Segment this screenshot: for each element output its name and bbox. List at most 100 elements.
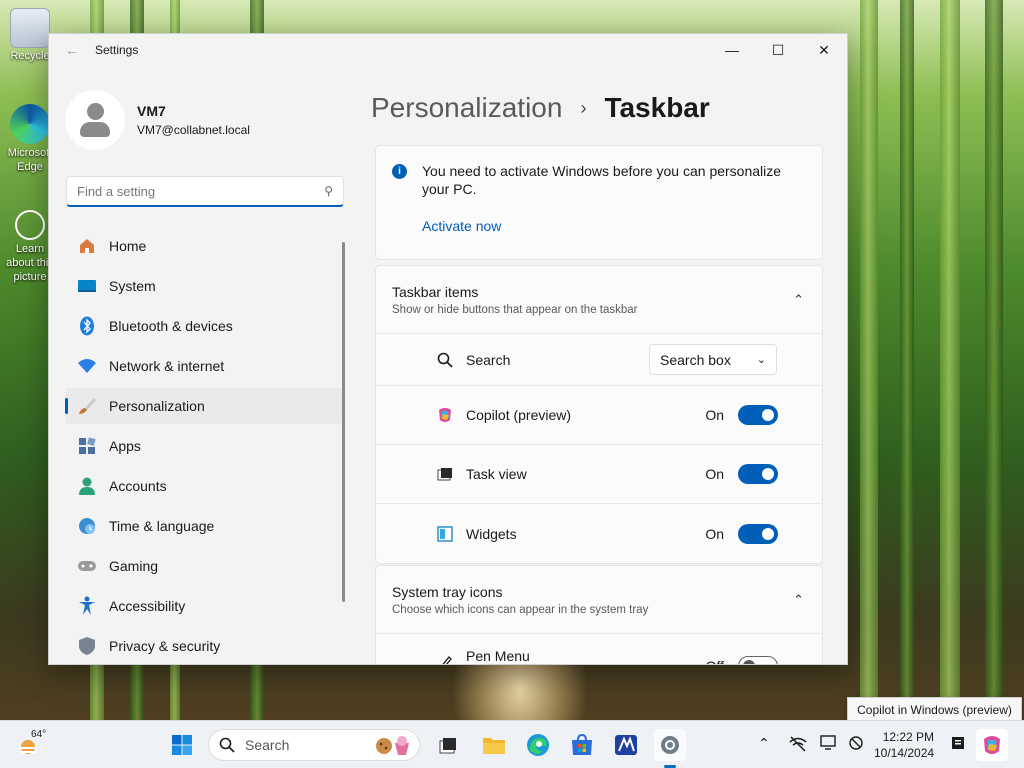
taskbar: 64° Search ⌃ 12:22 PM 10/14/2024 bbox=[0, 720, 1024, 768]
file-explorer-icon[interactable] bbox=[478, 729, 510, 761]
pen-icon bbox=[436, 654, 454, 664]
breadcrumb-separator: › bbox=[580, 97, 587, 118]
edge-taskbar-icon[interactable] bbox=[522, 729, 554, 761]
sidebar-item-time-language[interactable]: Time & language bbox=[65, 508, 343, 544]
dropdown-value: Search box bbox=[660, 351, 731, 368]
sidebar-item-bluetooth[interactable]: Bluetooth & devices bbox=[65, 308, 343, 344]
avatar bbox=[65, 90, 125, 150]
wifi-icon bbox=[77, 356, 97, 376]
row-label: Copilot (preview) bbox=[466, 407, 572, 423]
widgets-toggle[interactable] bbox=[738, 523, 778, 544]
activate-now-link[interactable]: Activate now bbox=[422, 218, 501, 234]
search-mode-dropdown[interactable]: Search box ⌄ bbox=[649, 344, 777, 375]
sidebar-item-system[interactable]: System bbox=[65, 268, 343, 304]
system-tray-section: System tray icons Choose which icons can… bbox=[375, 565, 823, 664]
sidebar-item-apps[interactable]: Apps bbox=[65, 428, 343, 464]
search-input[interactable] bbox=[77, 183, 325, 199]
row-label: Widgets bbox=[466, 525, 517, 542]
copilot-setting-row: Copilot (preview) On bbox=[376, 386, 822, 445]
back-arrow-icon[interactable]: ← bbox=[49, 42, 95, 58]
app-title: Settings bbox=[95, 43, 139, 57]
gamepad-icon bbox=[77, 556, 97, 576]
accessibility-icon bbox=[77, 596, 97, 616]
bluetooth-icon bbox=[77, 316, 97, 336]
widgets-icon bbox=[436, 525, 454, 543]
system-icon bbox=[77, 276, 97, 296]
sidebar-item-label: Gaming bbox=[109, 558, 159, 574]
sidebar-item-label: System bbox=[109, 278, 156, 294]
sidebar-scrollbar[interactable] bbox=[342, 242, 345, 602]
section-description: Show or hide buttons that appear on the … bbox=[392, 304, 638, 316]
sidebar-item-privacy[interactable]: Privacy & security bbox=[65, 628, 343, 664]
notice-text: You need to activate Windows before you … bbox=[422, 163, 782, 197]
clock-globe-icon bbox=[77, 516, 97, 536]
sidebar-item-personalization[interactable]: Personalization bbox=[65, 388, 343, 424]
sidebar-item-label: Home bbox=[109, 238, 147, 254]
taskbar-search-box[interactable]: Search bbox=[208, 729, 420, 761]
system-clock[interactable]: 12:22 PM 10/14/2024 bbox=[874, 729, 934, 761]
display-icon[interactable] bbox=[820, 735, 838, 754]
minimize-button[interactable]: — bbox=[709, 34, 755, 66]
search-highlight-icon bbox=[375, 735, 411, 760]
sidebar-item-accounts[interactable]: Accounts bbox=[65, 468, 343, 504]
search-icon: ⚲ bbox=[324, 184, 333, 198]
store-icon[interactable] bbox=[566, 729, 598, 761]
pen-menu-toggle[interactable] bbox=[738, 656, 778, 664]
profile-email: VM7@collabnet.local bbox=[137, 123, 250, 137]
breadcrumb-parent[interactable]: Personalization bbox=[371, 92, 562, 124]
shield-icon bbox=[77, 636, 97, 656]
toggle-state: On bbox=[705, 466, 724, 482]
chevron-down-icon: ⌄ bbox=[756, 354, 766, 366]
sidebar-item-home[interactable]: Home bbox=[65, 228, 343, 264]
sidebar-item-label: Accounts bbox=[109, 478, 167, 494]
taskbar-search-label: Search bbox=[245, 737, 290, 753]
task-view-toggle[interactable] bbox=[738, 464, 778, 484]
close-button[interactable]: ✕ bbox=[801, 34, 847, 66]
search-icon bbox=[219, 737, 235, 753]
dev-app-icon[interactable] bbox=[610, 729, 642, 761]
settings-window: ← Settings — ☐ ✕ VM7 VM7@collabnet.local… bbox=[48, 33, 848, 665]
weather-temp: 64° bbox=[31, 729, 47, 740]
search-setting-row: Search Search box ⌄ bbox=[376, 334, 822, 386]
sidebar-item-label: Apps bbox=[109, 438, 141, 454]
toggle-state: Off bbox=[706, 658, 724, 664]
toggle-state: On bbox=[705, 407, 724, 423]
maximize-button[interactable]: ☐ bbox=[755, 34, 801, 66]
title-bar: ← Settings — ☐ ✕ bbox=[49, 34, 847, 66]
home-icon bbox=[77, 236, 97, 256]
sidebar-item-label: Network & internet bbox=[109, 358, 225, 374]
sidebar-item-label: Accessibility bbox=[109, 598, 186, 614]
chevron-up-icon[interactable]: ⌃ bbox=[793, 292, 804, 308]
clock-date: 10/14/2024 bbox=[874, 746, 935, 760]
sync-status-icon[interactable] bbox=[848, 735, 864, 754]
row-label: Search bbox=[466, 351, 511, 368]
network-offline-icon[interactable] bbox=[788, 735, 808, 756]
sidebar-item-network[interactable]: Network & internet bbox=[65, 348, 343, 384]
row-label: Task view bbox=[466, 466, 527, 482]
pen-menu-setting-row: Pen Menu Off bbox=[376, 634, 822, 664]
profile-name: VM7 bbox=[137, 103, 166, 119]
settings-taskbar-icon[interactable] bbox=[654, 729, 686, 768]
chevron-up-icon[interactable]: ⌃ bbox=[793, 592, 804, 608]
copilot-taskbar-icon[interactable] bbox=[976, 729, 1008, 761]
sidebar-item-gaming[interactable]: Gaming bbox=[65, 548, 343, 584]
notification-icon[interactable] bbox=[950, 735, 966, 754]
sidebar-item-label: Privacy & security bbox=[109, 638, 221, 654]
search-icon bbox=[436, 351, 454, 369]
task-view-setting-row: Task view On bbox=[376, 445, 822, 504]
system-tray-header[interactable]: System tray icons Choose which icons can… bbox=[376, 566, 822, 634]
page-title: Taskbar bbox=[604, 92, 710, 123]
toggle-state: On bbox=[705, 525, 724, 542]
start-button[interactable] bbox=[166, 729, 198, 761]
task-view-taskbar-icon[interactable] bbox=[432, 729, 464, 761]
taskbar-items-header[interactable]: Taskbar items Show or hide buttons that … bbox=[376, 266, 822, 334]
task-view-icon bbox=[436, 465, 454, 483]
copilot-toggle[interactable] bbox=[738, 405, 778, 425]
settings-search-box[interactable]: ⚲ bbox=[66, 176, 344, 207]
user-profile[interactable]: VM7 VM7@collabnet.local bbox=[65, 90, 250, 150]
show-hidden-icons-chevron[interactable]: ⌃ bbox=[758, 735, 770, 752]
sidebar-item-accessibility[interactable]: Accessibility bbox=[65, 588, 343, 624]
widgets-setting-row: Widgets On bbox=[376, 504, 822, 563]
section-title: System tray icons bbox=[392, 584, 503, 600]
taskbar-items-section: Taskbar items Show or hide buttons that … bbox=[375, 265, 823, 564]
